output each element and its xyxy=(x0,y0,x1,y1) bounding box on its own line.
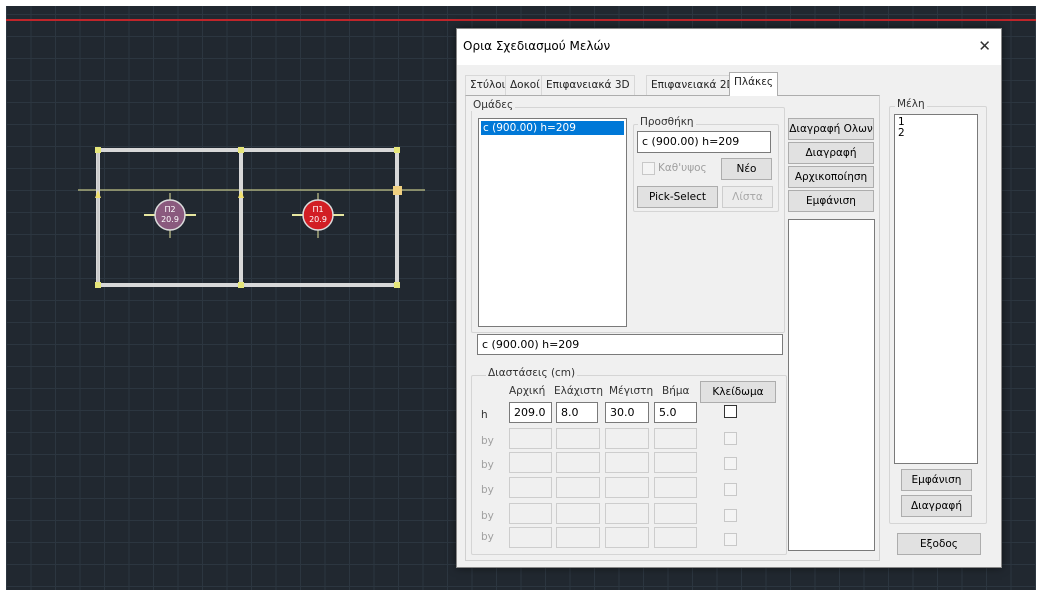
lock-button[interactable]: Κλείδωμα xyxy=(700,381,776,403)
by5-step-input[interactable] xyxy=(654,527,697,548)
right-border xyxy=(1036,0,1044,596)
delete-button[interactable]: Διαγραφή xyxy=(788,142,874,164)
list-item[interactable]: 1 xyxy=(898,117,977,128)
slab-value-p1: 20.9 xyxy=(309,215,327,224)
by4-lock-checkbox[interactable] xyxy=(724,509,737,522)
slab-drawing: Π2 20.9 Π1 20.9 xyxy=(78,147,425,288)
group-name-field[interactable]: c (900.00) h=209 xyxy=(477,334,783,355)
slab-name-p1: Π1 xyxy=(312,205,323,214)
slab-value-p2: 20.9 xyxy=(161,215,179,224)
by3-lock-checkbox[interactable] xyxy=(724,483,737,496)
h-lock-checkbox[interactable] xyxy=(724,405,737,418)
add-group-label: Προσθήκη xyxy=(638,116,696,128)
by4-step-input[interactable] xyxy=(654,503,697,524)
dialog-title: Ορια Σχεδιασμού Μελών xyxy=(463,39,611,53)
close-icon[interactable]: ✕ xyxy=(978,37,991,55)
by5-max-input[interactable] xyxy=(605,527,649,548)
tab-columns[interactable]: Στύλοι xyxy=(465,75,511,95)
by1-step-input[interactable] xyxy=(654,428,697,449)
design-limits-dialog: Ορια Σχεδιασμού Μελών ✕ Στύλοι Δοκοί Επι… xyxy=(456,28,1002,568)
tab-surfaces-2d[interactable]: Επιφανειακά 2D xyxy=(646,75,740,95)
by2-max-input[interactable] xyxy=(605,452,649,473)
by5-min-input[interactable] xyxy=(556,527,600,548)
members-show-button[interactable]: Εμφάνιση xyxy=(901,469,972,491)
by4-initial-input[interactable] xyxy=(509,503,552,524)
new-button[interactable]: Νέο xyxy=(721,158,772,180)
vertical-checkbox[interactable] xyxy=(642,162,655,175)
by2-min-input[interactable] xyxy=(556,452,600,473)
by4-max-input[interactable] xyxy=(605,503,649,524)
list-button[interactable]: Λίστα xyxy=(722,186,773,208)
row-label-by-4: by xyxy=(481,510,494,522)
by2-initial-input[interactable] xyxy=(509,452,552,473)
middle-listbox[interactable] xyxy=(788,219,875,551)
slab-corner-markers xyxy=(95,147,402,288)
exit-button[interactable]: Εξοδος xyxy=(897,533,981,555)
by4-min-input[interactable] xyxy=(556,503,600,524)
row-label-by-3: by xyxy=(481,484,494,496)
by2-lock-checkbox[interactable] xyxy=(724,457,737,470)
header-step: Βήμα xyxy=(662,385,690,397)
list-item[interactable]: 2 xyxy=(898,128,977,139)
list-item[interactable]: c (900.00) h=209 xyxy=(481,121,624,135)
delete-all-button[interactable]: Διαγραφή Ολων xyxy=(788,118,874,140)
tab-slabs[interactable]: Πλάκες xyxy=(729,72,779,96)
members-delete-button[interactable]: Διαγραφή xyxy=(901,495,972,517)
dimensions-label: Διαστάσεις (cm) xyxy=(486,367,578,379)
h-step-input[interactable]: 5.0 xyxy=(654,402,697,423)
initialize-button[interactable]: Αρχικοποίηση xyxy=(788,166,874,188)
bottom-border xyxy=(0,590,1044,596)
by5-initial-input[interactable] xyxy=(509,527,552,548)
slab-symbol-p2: Π2 20.9 xyxy=(144,193,196,238)
by3-min-input[interactable] xyxy=(556,477,600,498)
tab-beams[interactable]: Δοκοί xyxy=(505,75,545,95)
show-button[interactable]: Εμφάνιση xyxy=(788,190,874,212)
by1-max-input[interactable] xyxy=(605,428,649,449)
members-listbox[interactable]: 1 2 xyxy=(894,114,978,464)
header-maximum: Μέγιστη xyxy=(609,385,654,397)
row-label-by-2: by xyxy=(481,459,494,471)
row-label-h: h xyxy=(481,409,488,421)
header-initial: Αρχική xyxy=(509,385,546,397)
by5-lock-checkbox[interactable] xyxy=(724,533,737,546)
row-label-by-5: by xyxy=(481,531,494,543)
slab-symbol-p1: Π1 20.9 xyxy=(292,193,344,238)
header-minimum: Ελάχιστη xyxy=(554,385,604,397)
pick-select-button[interactable]: Pick-Select xyxy=(637,186,718,208)
groups-label: Ομάδες xyxy=(471,99,516,111)
groups-listbox[interactable]: c (900.00) h=209 xyxy=(478,118,627,327)
vertical-checkbox-label: Καθ'υψος xyxy=(658,162,707,174)
by1-min-input[interactable] xyxy=(556,428,600,449)
by1-initial-input[interactable] xyxy=(509,428,552,449)
members-label: Μέλη xyxy=(895,98,927,110)
by3-step-input[interactable] xyxy=(654,477,697,498)
tab-surfaces-3d[interactable]: Επιφανειακά 3D xyxy=(541,75,635,95)
by3-initial-input[interactable] xyxy=(509,477,552,498)
slab-name-p2: Π2 xyxy=(164,205,175,214)
h-min-input[interactable]: 8.0 xyxy=(556,402,598,423)
h-initial-input[interactable]: 209.0 xyxy=(509,402,552,423)
h-max-input[interactable]: 30.0 xyxy=(605,402,649,423)
dialog-titlebar[interactable]: Ορια Σχεδιασμού Μελών ✕ xyxy=(457,29,1001,65)
add-group-input[interactable]: c (900.00) h=209 xyxy=(637,131,771,153)
row-label-by-1: by xyxy=(481,435,494,447)
by2-step-input[interactable] xyxy=(654,452,697,473)
by1-lock-checkbox[interactable] xyxy=(724,432,737,445)
by3-max-input[interactable] xyxy=(605,477,649,498)
